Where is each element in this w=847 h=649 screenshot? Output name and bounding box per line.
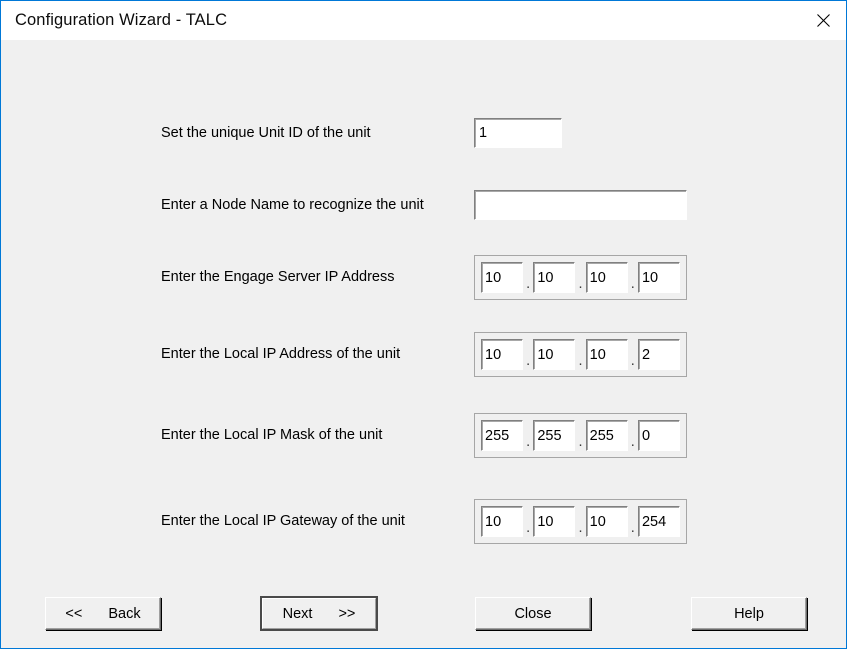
engage-server-ip-octet-3[interactable]: 10 — [585, 262, 628, 293]
local-ip-mask-octet-1[interactable]: 255 — [481, 420, 523, 451]
local-ip-gateway-octet-2[interactable]: 10 — [533, 506, 576, 537]
unit-id-input[interactable]: 1 — [474, 118, 562, 148]
ip-separator: . — [526, 352, 531, 369]
back-button-arrow: << — [65, 605, 83, 622]
label-local-ip-mask: Enter the Local IP Mask of the unit — [161, 427, 383, 444]
label-engage-server-ip: Enter the Engage Server IP Address — [161, 269, 395, 286]
ip-separator: . — [526, 275, 531, 292]
local-ip-mask-octet-4[interactable]: 0 — [637, 420, 680, 451]
form-row-local-ip-gateway: Enter the Local IP Gateway of the unit 1… — [161, 499, 687, 544]
form-row-node-name: Enter a Node Name to recognize the unit — [161, 190, 687, 220]
ip-separator: . — [630, 275, 635, 292]
local-ip-address-octet-1[interactable]: 10 — [481, 339, 523, 370]
local-ip-gateway-octet-1[interactable]: 10 — [481, 506, 523, 537]
configuration-wizard-dialog: Configuration Wizard - TALC Set the uniq… — [0, 0, 847, 649]
label-local-ip-address: Enter the Local IP Address of the unit — [161, 346, 401, 363]
dialog-client-area: Set the unique Unit ID of the unit 1 Ent… — [1, 40, 846, 648]
ip-separator: . — [578, 275, 583, 292]
back-button[interactable]: << Back — [45, 597, 161, 630]
form-row-unit-id: Set the unique Unit ID of the unit 1 — [161, 118, 562, 148]
local-ip-address-octet-2[interactable]: 10 — [533, 339, 576, 370]
local-ip-gateway-octet-4[interactable]: 254 — [637, 506, 680, 537]
ip-separator: . — [578, 519, 583, 536]
local-ip-mask-octet-3[interactable]: 255 — [585, 420, 628, 451]
window-title: Configuration Wizard - TALC — [15, 11, 228, 29]
help-button-label: Help — [734, 605, 764, 622]
close-icon[interactable] — [800, 1, 846, 39]
node-name-input[interactable] — [474, 190, 687, 220]
local-ip-gateway-group[interactable]: 10 . 10 . 10 . 254 — [474, 499, 687, 544]
close-button[interactable]: Close — [475, 597, 591, 630]
label-node-name: Enter a Node Name to recognize the unit — [161, 196, 424, 213]
ip-separator: . — [630, 519, 635, 536]
ip-separator: . — [578, 433, 583, 450]
close-button-label: Close — [514, 605, 552, 622]
local-ip-address-octet-4[interactable]: 2 — [637, 339, 680, 370]
ip-separator: . — [526, 519, 531, 536]
ip-separator: . — [630, 433, 635, 450]
engage-server-ip-octet-2[interactable]: 10 — [533, 262, 576, 293]
engage-server-ip-octet-4[interactable]: 10 — [637, 262, 680, 293]
local-ip-mask-octet-2[interactable]: 255 — [533, 420, 576, 451]
local-ip-mask-group[interactable]: 255 . 255 . 255 . 0 — [474, 413, 687, 458]
label-unit-id: Set the unique Unit ID of the unit — [161, 124, 371, 141]
label-local-ip-gateway: Enter the Local IP Gateway of the unit — [161, 513, 405, 530]
help-button[interactable]: Help — [691, 597, 807, 630]
local-ip-address-group[interactable]: 10 . 10 . 10 . 2 — [474, 332, 687, 377]
form-row-engage-server-ip: Enter the Engage Server IP Address 10 . … — [161, 255, 687, 300]
next-button[interactable]: Next >> — [260, 596, 378, 631]
form-row-local-ip-mask: Enter the Local IP Mask of the unit 255 … — [161, 413, 687, 458]
ip-separator: . — [578, 352, 583, 369]
local-ip-address-octet-3[interactable]: 10 — [585, 339, 628, 370]
local-ip-gateway-octet-3[interactable]: 10 — [585, 506, 628, 537]
next-button-label: Next — [282, 605, 313, 622]
ip-separator: . — [630, 352, 635, 369]
next-button-arrow: >> — [338, 605, 356, 622]
form-row-local-ip-address: Enter the Local IP Address of the unit 1… — [161, 332, 687, 377]
title-bar: Configuration Wizard - TALC — [1, 1, 846, 40]
ip-separator: . — [526, 433, 531, 450]
back-button-label: Back — [108, 605, 141, 622]
engage-server-ip-octet-1[interactable]: 10 — [481, 262, 523, 293]
engage-server-ip-group[interactable]: 10 . 10 . 10 . 10 — [474, 255, 687, 300]
